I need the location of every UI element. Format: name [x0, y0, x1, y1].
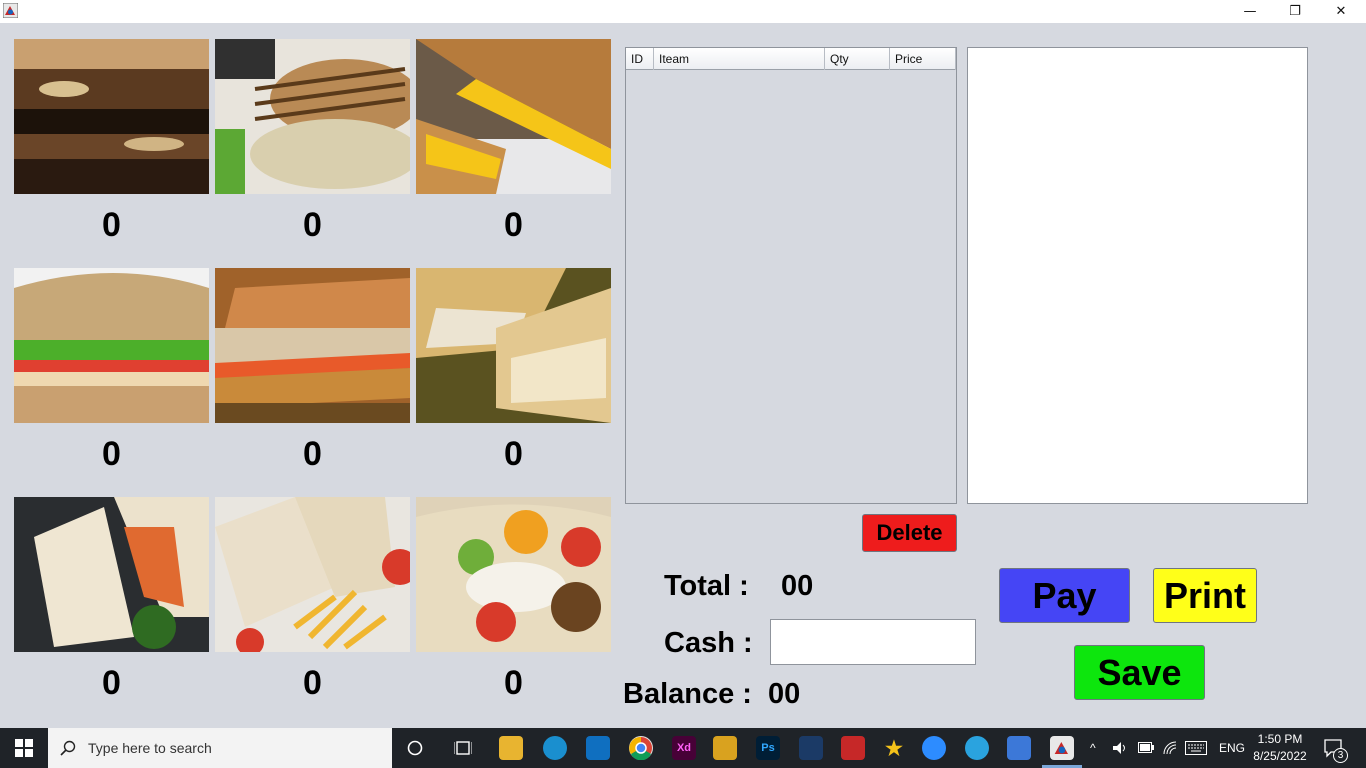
show-hidden-icons-chevron-icon[interactable]: ^ [1090, 728, 1096, 768]
item-qty-toasted-sandwich: 0 [504, 435, 523, 473]
balance-value: 00 [768, 678, 801, 710]
star-app-icon[interactable]: ★ [882, 736, 906, 760]
java-running-app-icon[interactable] [1050, 736, 1074, 760]
keyboard-icon[interactable] [1185, 741, 1207, 755]
order-table[interactable]: ID Iteam Qty Price [625, 47, 957, 504]
item-qty-tuna-panini: 0 [303, 206, 322, 244]
print-button[interactable]: Print [1153, 568, 1257, 623]
column-header-id[interactable]: ID [626, 48, 654, 70]
minimize-icon: — [1243, 4, 1257, 19]
item-image-triangle-sandwich[interactable] [14, 497, 209, 652]
chrome-icon[interactable] [629, 736, 653, 760]
close-icon: ✕ [1335, 4, 1347, 19]
maximize-button[interactable]: ❐ [1272, 0, 1318, 23]
cortana-icon[interactable] [407, 740, 423, 756]
clock-time: 1:50 PM [1257, 732, 1303, 746]
total-label: Total : [664, 570, 749, 602]
netbeans-icon[interactable] [1007, 736, 1031, 760]
database-tool-icon[interactable] [713, 736, 737, 760]
item-image-wrap-with-fries[interactable] [215, 497, 410, 652]
item-image-club-sandwich[interactable] [14, 268, 209, 423]
column-header-price[interactable]: Price [890, 48, 956, 70]
table-header: ID Iteam Qty Price [626, 48, 956, 70]
total-value: 00 [781, 570, 814, 602]
item-qty-falafel-pita: 0 [504, 664, 523, 702]
item-image-tuna-panini[interactable] [215, 39, 410, 194]
item-image-falafel-pita[interactable] [416, 497, 611, 652]
taskbar-search-box[interactable]: Type here to search [48, 728, 392, 768]
start-button[interactable] [0, 728, 48, 768]
save-button[interactable]: Save [1074, 645, 1205, 700]
close-button[interactable]: ✕ [1318, 0, 1364, 23]
item-qty-grilled-mushroom-sandwich: 0 [102, 206, 121, 244]
battery-icon[interactable] [1138, 742, 1154, 753]
app-launcher-icon[interactable] [799, 736, 823, 760]
item-qty-tuna-melt-sandwich: 0 [303, 435, 322, 473]
item-image-grilled-cheese-sandwich[interactable] [416, 39, 611, 194]
java-app-icon [3, 3, 18, 18]
search-placeholder: Type here to search [88, 740, 212, 756]
windows-icon [15, 739, 33, 757]
item-image-grilled-mushroom-sandwich[interactable] [14, 39, 209, 194]
item-image-toasted-sandwich[interactable] [416, 268, 611, 423]
receipt-text-area[interactable] [967, 47, 1308, 504]
volume-icon[interactable] [1112, 741, 1128, 755]
notification-count-badge: 3 [1333, 748, 1348, 763]
edge-icon[interactable] [543, 736, 567, 760]
zoom-icon[interactable] [922, 736, 946, 760]
item-qty-club-sandwich: 0 [102, 435, 121, 473]
pay-button[interactable]: Pay [999, 568, 1130, 623]
task-view-icon[interactable] [454, 739, 472, 757]
wifi-icon[interactable] [1162, 740, 1178, 756]
vscode-icon[interactable] [586, 736, 610, 760]
delete-button[interactable]: Delete [862, 514, 957, 552]
minimize-button[interactable]: — [1227, 0, 1273, 23]
clock[interactable]: 1:50 PM 8/25/2022 [1252, 731, 1308, 765]
item-qty-triangle-sandwich: 0 [102, 664, 121, 702]
cash-label: Cash : [664, 627, 753, 659]
search-icon [60, 740, 76, 756]
item-qty-grilled-cheese-sandwich: 0 [504, 206, 523, 244]
clock-date: 8/25/2022 [1253, 749, 1307, 763]
taskbar: Type here to search Xd Ps ★ ^ ENG 1:50 P… [0, 728, 1366, 768]
item-qty-wrap-with-fries: 0 [303, 664, 322, 702]
telegram-icon[interactable] [965, 736, 989, 760]
file-explorer-icon[interactable] [499, 736, 523, 760]
item-image-tuna-melt-sandwich[interactable] [215, 268, 410, 423]
adobe-xd-icon[interactable]: Xd [672, 736, 696, 760]
balance-label: Balance : [623, 678, 752, 710]
column-header-qty[interactable]: Qty [825, 48, 890, 70]
restore-icon: ❐ [1289, 4, 1301, 19]
cash-input[interactable] [770, 619, 976, 665]
title-bar: — ❐ ✕ [0, 0, 1366, 23]
language-indicator[interactable]: ENG [1219, 728, 1245, 768]
photoshop-icon[interactable]: Ps [756, 736, 780, 760]
office-tools-icon[interactable] [841, 736, 865, 760]
column-header-item[interactable]: Iteam [654, 48, 825, 70]
